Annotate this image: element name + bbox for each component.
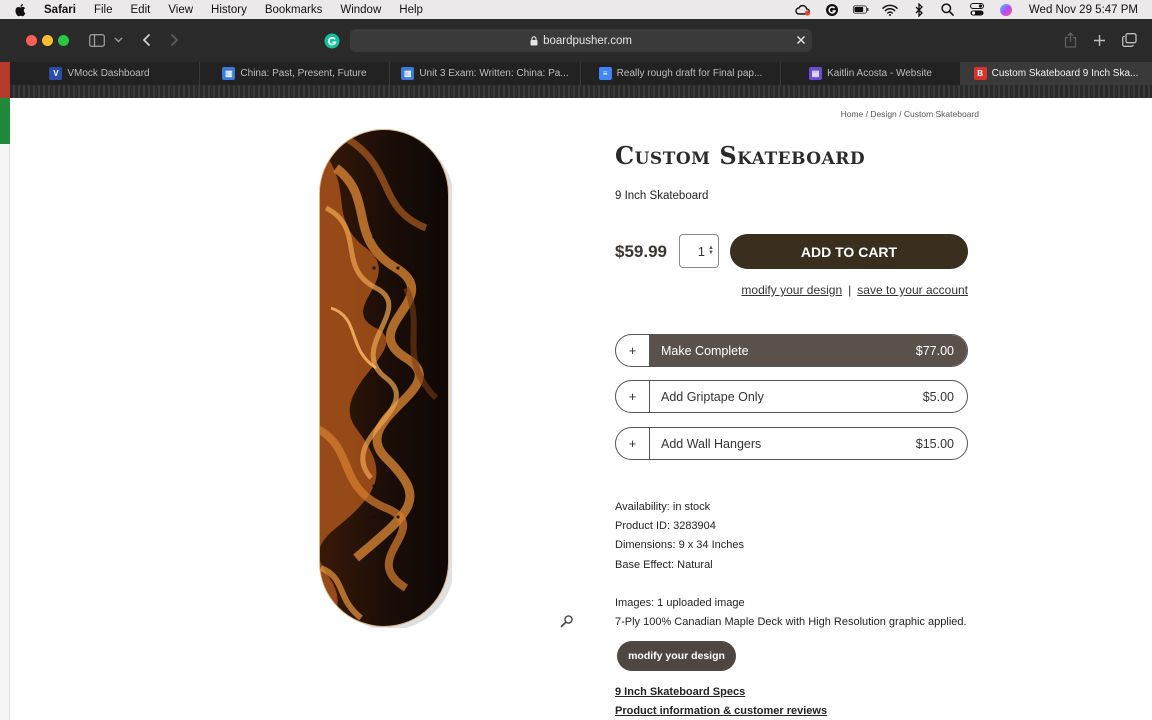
- menu-view[interactable]: View: [168, 4, 193, 16]
- grammarly-icon[interactable]: [824, 3, 840, 17]
- addon-make-complete[interactable]: + Make Complete $77.00: [615, 334, 968, 367]
- product-price: $59.99: [615, 242, 667, 261]
- menu-safari[interactable]: Safari: [44, 4, 76, 16]
- product-details: Availability: in stock Product ID: 32839…: [615, 498, 967, 632]
- skateboard-product-image[interactable]: [316, 128, 454, 630]
- modify-design-link[interactable]: modify your design: [741, 283, 842, 297]
- boardpusher-favicon-icon: B: [973, 67, 987, 80]
- address-bar[interactable]: boardpusher.com: [350, 29, 812, 52]
- creative-cloud-icon[interactable]: [795, 3, 811, 17]
- images-count-text: Images: 1 uploaded image: [615, 596, 745, 609]
- add-to-cart-button[interactable]: ADD TO CART: [730, 234, 968, 269]
- stop-loading-icon[interactable]: [794, 33, 808, 47]
- spotlight-search-icon[interactable]: [940, 3, 956, 17]
- dimensions-text: Dimensions: 9 x 34 Inches: [615, 539, 745, 552]
- menu-edit[interactable]: Edit: [131, 4, 151, 16]
- reviews-link[interactable]: Product information & customer reviews: [615, 705, 827, 717]
- vmock-favicon-icon: V: [49, 67, 63, 80]
- wifi-icon[interactable]: [882, 3, 898, 17]
- new-tab-icon[interactable]: [1091, 32, 1107, 48]
- availability-text: Availability: in stock: [615, 501, 711, 513]
- link-separator: |: [848, 283, 852, 297]
- tab-rough-draft[interactable]: ≡ Really rough draft for Final pap...: [581, 62, 781, 85]
- addon-wall-hangers[interactable]: + Add Wall Hangers $15.00: [615, 427, 968, 460]
- battery-icon[interactable]: [852, 3, 869, 17]
- tab-kaitlin-acosta-website[interactable]: ▤ Kaitlin Acosta - Website: [781, 62, 961, 85]
- design-links: modify your design | save to your account: [741, 283, 968, 297]
- tab-custom-skateboard[interactable]: B Custom Skateboard 9 Inch Ska...: [961, 62, 1152, 85]
- control-center-icon[interactable]: [969, 3, 985, 17]
- apple-icon[interactable]: [14, 3, 28, 17]
- addon-price: $77.00: [915, 343, 954, 358]
- background-window-strip: [0, 98, 10, 144]
- addon-price: $5.00: [922, 389, 954, 404]
- menu-bookmarks[interactable]: Bookmarks: [265, 4, 323, 16]
- tab-overview-icon[interactable]: [1121, 32, 1137, 48]
- back-icon[interactable]: [138, 31, 154, 49]
- google-docs-favicon-icon: ≡: [598, 67, 612, 80]
- modify-design-button[interactable]: modify your design: [617, 641, 736, 671]
- addon-label: Add Griptape Only: [661, 389, 764, 404]
- addon-label: Add Wall Hangers: [661, 436, 762, 451]
- menu-window[interactable]: Window: [340, 4, 381, 16]
- breadcrumb[interactable]: Home / Design / Custom Skateboard: [841, 109, 979, 119]
- url-text: boardpusher.com: [543, 34, 632, 47]
- share-icon[interactable]: [1062, 31, 1078, 49]
- siri-icon[interactable]: [998, 3, 1014, 17]
- addon-griptape-only[interactable]: + Add Griptape Only $5.00: [615, 380, 968, 413]
- background-window-strip: [0, 62, 10, 98]
- zoom-magnifier-icon[interactable]: [560, 614, 574, 628]
- addon-label: Make Complete: [661, 343, 749, 358]
- site-header-band: [0, 85, 1152, 98]
- deck-description-text: 7-Ply 100% Canadian Maple Deck with High…: [615, 616, 967, 629]
- background-window-edge: [0, 98, 10, 720]
- menu-bar: Safari File Edit View History Bookmarks …: [0, 0, 1152, 19]
- close-window-button[interactable]: [26, 35, 37, 46]
- product-page: Home / Design / Custom Skateboard Custom…: [10, 98, 1152, 720]
- plus-icon[interactable]: +: [616, 428, 650, 459]
- save-to-account-link[interactable]: save to your account: [857, 283, 968, 297]
- specs-link[interactable]: 9 Inch Skateboard Specs: [615, 686, 745, 698]
- product-title: Custom Skateboard: [615, 141, 866, 170]
- chevron-down-icon[interactable]: [112, 34, 124, 46]
- grammarly-extension-icon[interactable]: [323, 32, 340, 49]
- minimize-window-button[interactable]: [42, 35, 53, 46]
- quantity-stepper[interactable]: 1 ▲ ▼: [679, 234, 719, 268]
- canvas-favicon-icon: ▥: [222, 67, 236, 80]
- product-subtitle: 9 Inch Skateboard: [615, 190, 709, 202]
- tab-bar: V VMock Dashboard ▥ China: Past, Present…: [0, 62, 1152, 85]
- tab-china-past-present-future[interactable]: ▥ China: Past, Present, Future: [200, 62, 390, 85]
- website-favicon-icon: ▤: [809, 67, 823, 80]
- plus-icon[interactable]: +: [616, 381, 650, 412]
- product-id-text: Product ID: 3283904: [615, 520, 716, 533]
- sidebar-toggle-icon[interactable]: [88, 32, 106, 48]
- plus-icon[interactable]: +: [616, 335, 650, 366]
- base-effect-text: Base Effect: Natural: [615, 558, 713, 571]
- bluetooth-icon[interactable]: [911, 2, 927, 17]
- menu-help[interactable]: Help: [399, 4, 423, 16]
- addon-price: $15.00: [915, 436, 954, 451]
- lock-icon: [530, 35, 538, 46]
- canvas-favicon-icon: ▥: [401, 67, 415, 80]
- menu-bar-clock[interactable]: Wed Nov 29 5:47 PM: [1029, 4, 1138, 16]
- tab-unit-3-exam[interactable]: ▥ Unit 3 Exam: Written: China: Pa...: [390, 62, 581, 85]
- quantity-value: 1: [697, 243, 705, 259]
- tab-vmock-dashboard[interactable]: V VMock Dashboard: [0, 62, 200, 85]
- forward-icon[interactable]: [166, 31, 182, 49]
- zoom-window-button[interactable]: [58, 35, 69, 46]
- menu-file[interactable]: File: [94, 4, 113, 16]
- stepper-arrows-icon[interactable]: ▲ ▼: [708, 245, 714, 256]
- safari-toolbar: boardpusher.com: [0, 19, 1152, 62]
- menu-history[interactable]: History: [211, 4, 247, 16]
